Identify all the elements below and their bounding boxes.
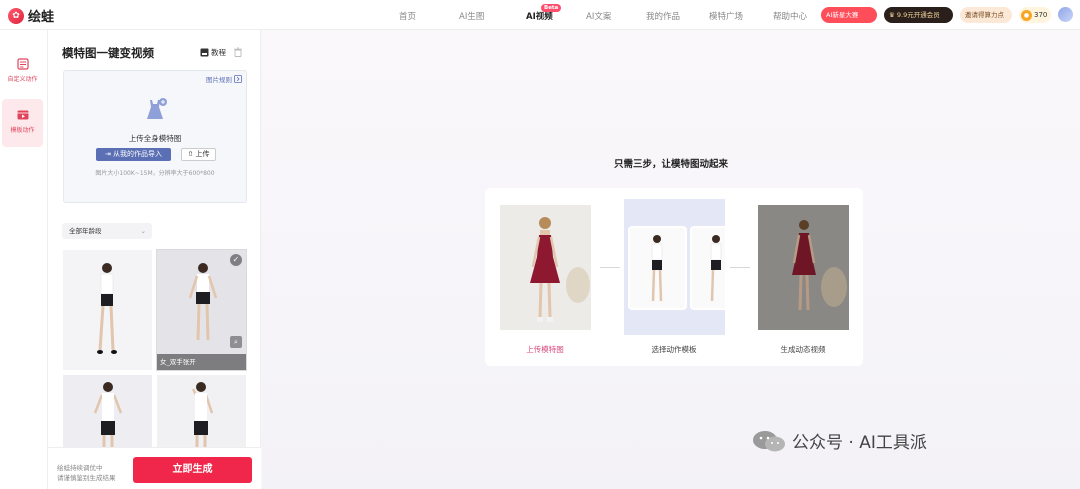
upload-label: 上传全身模特图	[128, 134, 182, 143]
step-label-upload: 上传模特图	[526, 345, 564, 354]
nav-ai-video[interactable]: AI视频 Beta	[526, 4, 562, 22]
steps-card: 上传模特图 选择动作模板 生成动态视频	[485, 188, 863, 366]
image-rules-link[interactable]: 图片规则	[206, 74, 242, 84]
trash-icon[interactable]	[233, 47, 243, 57]
app-logo[interactable]: ✿ 绘蛙	[8, 6, 54, 25]
coin-balance[interactable]: ● 370	[1019, 7, 1052, 23]
image-rules-label: 图片规则	[206, 76, 232, 84]
tutorial-label: 教程	[211, 48, 226, 57]
step-upload-image	[500, 205, 591, 330]
import-label: 从我的作品导入	[113, 150, 163, 158]
upload-button[interactable]: ⇧ 上传	[181, 148, 216, 161]
coin-count: 370	[1034, 11, 1048, 19]
step-connector	[730, 267, 750, 268]
video-template-icon	[17, 110, 28, 120]
template-thumbnail[interactable]	[63, 375, 152, 450]
zoom-icon[interactable]: ⌕	[230, 336, 242, 348]
template-thumbnail[interactable]	[157, 375, 246, 450]
rail-item-label: 自定义动作	[7, 76, 38, 83]
nav-ai-video-label: AI视频	[526, 12, 553, 22]
template-thumbnail[interactable]: ✓ ⌕ 女_双手张开	[156, 249, 247, 371]
beta-badge: Beta	[541, 4, 562, 12]
upload-hint: 图片大小100K~15M，分辨率大于600*800	[95, 170, 215, 177]
logo-text: 绘蛙	[28, 10, 55, 25]
upload-label: 上传	[195, 150, 210, 158]
watermark: 公众号 · AI工具派	[752, 428, 927, 453]
ai-contest-button[interactable]: AI新星大赛	[821, 7, 877, 23]
nav-ai-copywriting[interactable]: AI文案	[586, 10, 611, 22]
step-connector	[600, 267, 620, 268]
rail-item-template-action[interactable]: 模板动作	[2, 99, 43, 147]
crown-icon: ♛	[889, 11, 895, 19]
rail-item-custom-action[interactable]: 自定义动作	[2, 48, 43, 96]
caution-hint: 请谨慎鉴别生成结果	[57, 474, 116, 482]
import-from-works-button[interactable]: ⇥ 从我的作品导入	[96, 148, 171, 161]
nav-help-center[interactable]: 帮助中心	[773, 10, 807, 22]
tuning-hint: 绘蛙持续调优中	[57, 464, 103, 472]
model-video-still	[758, 205, 849, 330]
model-red-dress-photo	[500, 205, 591, 330]
model-photo	[157, 375, 246, 450]
step-label-template: 选择动作模板	[651, 345, 697, 354]
template-thumbnail[interactable]	[63, 250, 152, 370]
top-navigation-bar: ✿ 绘蛙 首页 AI生图 AI视频 Beta AI文案 我的作品 模特广场 帮助…	[0, 0, 1080, 30]
watermark-text: 公众号 · AI工具派	[792, 433, 927, 453]
nav-model-square[interactable]: 模特广场	[709, 10, 743, 22]
model-photo	[63, 375, 152, 450]
selected-check-icon: ✓	[230, 254, 242, 266]
panel-title: 模特图一键变视频	[62, 46, 154, 60]
upload-dropzone[interactable]: 图片规则 上传全身模特图 ⇥ 从我的作品导入 ⇧ 上传 图片大小100K~15M…	[63, 70, 247, 203]
avatar[interactable]	[1058, 7, 1073, 22]
generate-button[interactable]: 立即生成	[133, 457, 252, 483]
nav-my-works[interactable]: 我的作品	[646, 10, 680, 22]
chevron-down-icon: ⌄	[140, 227, 146, 235]
age-filter-value: 全部年龄段	[69, 227, 102, 235]
template-preview-photos	[624, 199, 725, 335]
dress-upload-icon	[147, 98, 167, 119]
vip-label: 9.9元开通会员	[896, 11, 940, 19]
settings-panel: 模特图一键变视频 教程 图片规则 上传全身模特图 ⇥ 从我的作品导入 ⇧ 上传 …	[48, 30, 261, 489]
rail-item-label: 模板动作	[10, 127, 35, 134]
edit-list-icon	[16, 58, 29, 70]
vip-button[interactable]: ♛ 9.9元开通会员	[884, 7, 953, 23]
model-photo	[63, 250, 152, 370]
age-filter-select[interactable]: 全部年龄段 ⌄	[62, 223, 152, 239]
wechat-icon	[753, 430, 785, 451]
nav-ai-image[interactable]: AI生图	[459, 10, 484, 22]
import-icon: ⇥	[104, 150, 111, 158]
main-preview-area: 只需三步，让模特图动起来 上传模特图 选择动作模板 生成动态视频 公众号 · A…	[262, 30, 1080, 489]
steps-title: 只需三步，让模特图动起来	[613, 159, 728, 170]
arrow-box-icon	[234, 75, 242, 83]
invite-button[interactable]: 邀请得算力点	[960, 7, 1012, 23]
tutorial-button[interactable]: 教程	[200, 47, 226, 58]
nav-home[interactable]: 首页	[399, 10, 416, 22]
book-icon	[200, 48, 209, 57]
model-photo	[157, 250, 246, 370]
upload-icon: ⇧	[187, 150, 194, 158]
left-icon-rail: 自定义动作 模板动作	[0, 30, 48, 489]
ai-contest-label: AI新星大赛	[826, 11, 859, 19]
thumbnail-caption: 女_双手张开	[157, 354, 246, 370]
logo-mark-icon: ✿	[8, 7, 24, 24]
step-template-image	[624, 199, 725, 335]
step-result-image	[758, 205, 849, 330]
coin-icon: ●	[1021, 9, 1032, 21]
generate-bar: 绘蛙持续调优中 请谨慎鉴别生成结果 立即生成	[48, 447, 261, 489]
step-label-generate: 生成动态视频	[780, 345, 826, 354]
